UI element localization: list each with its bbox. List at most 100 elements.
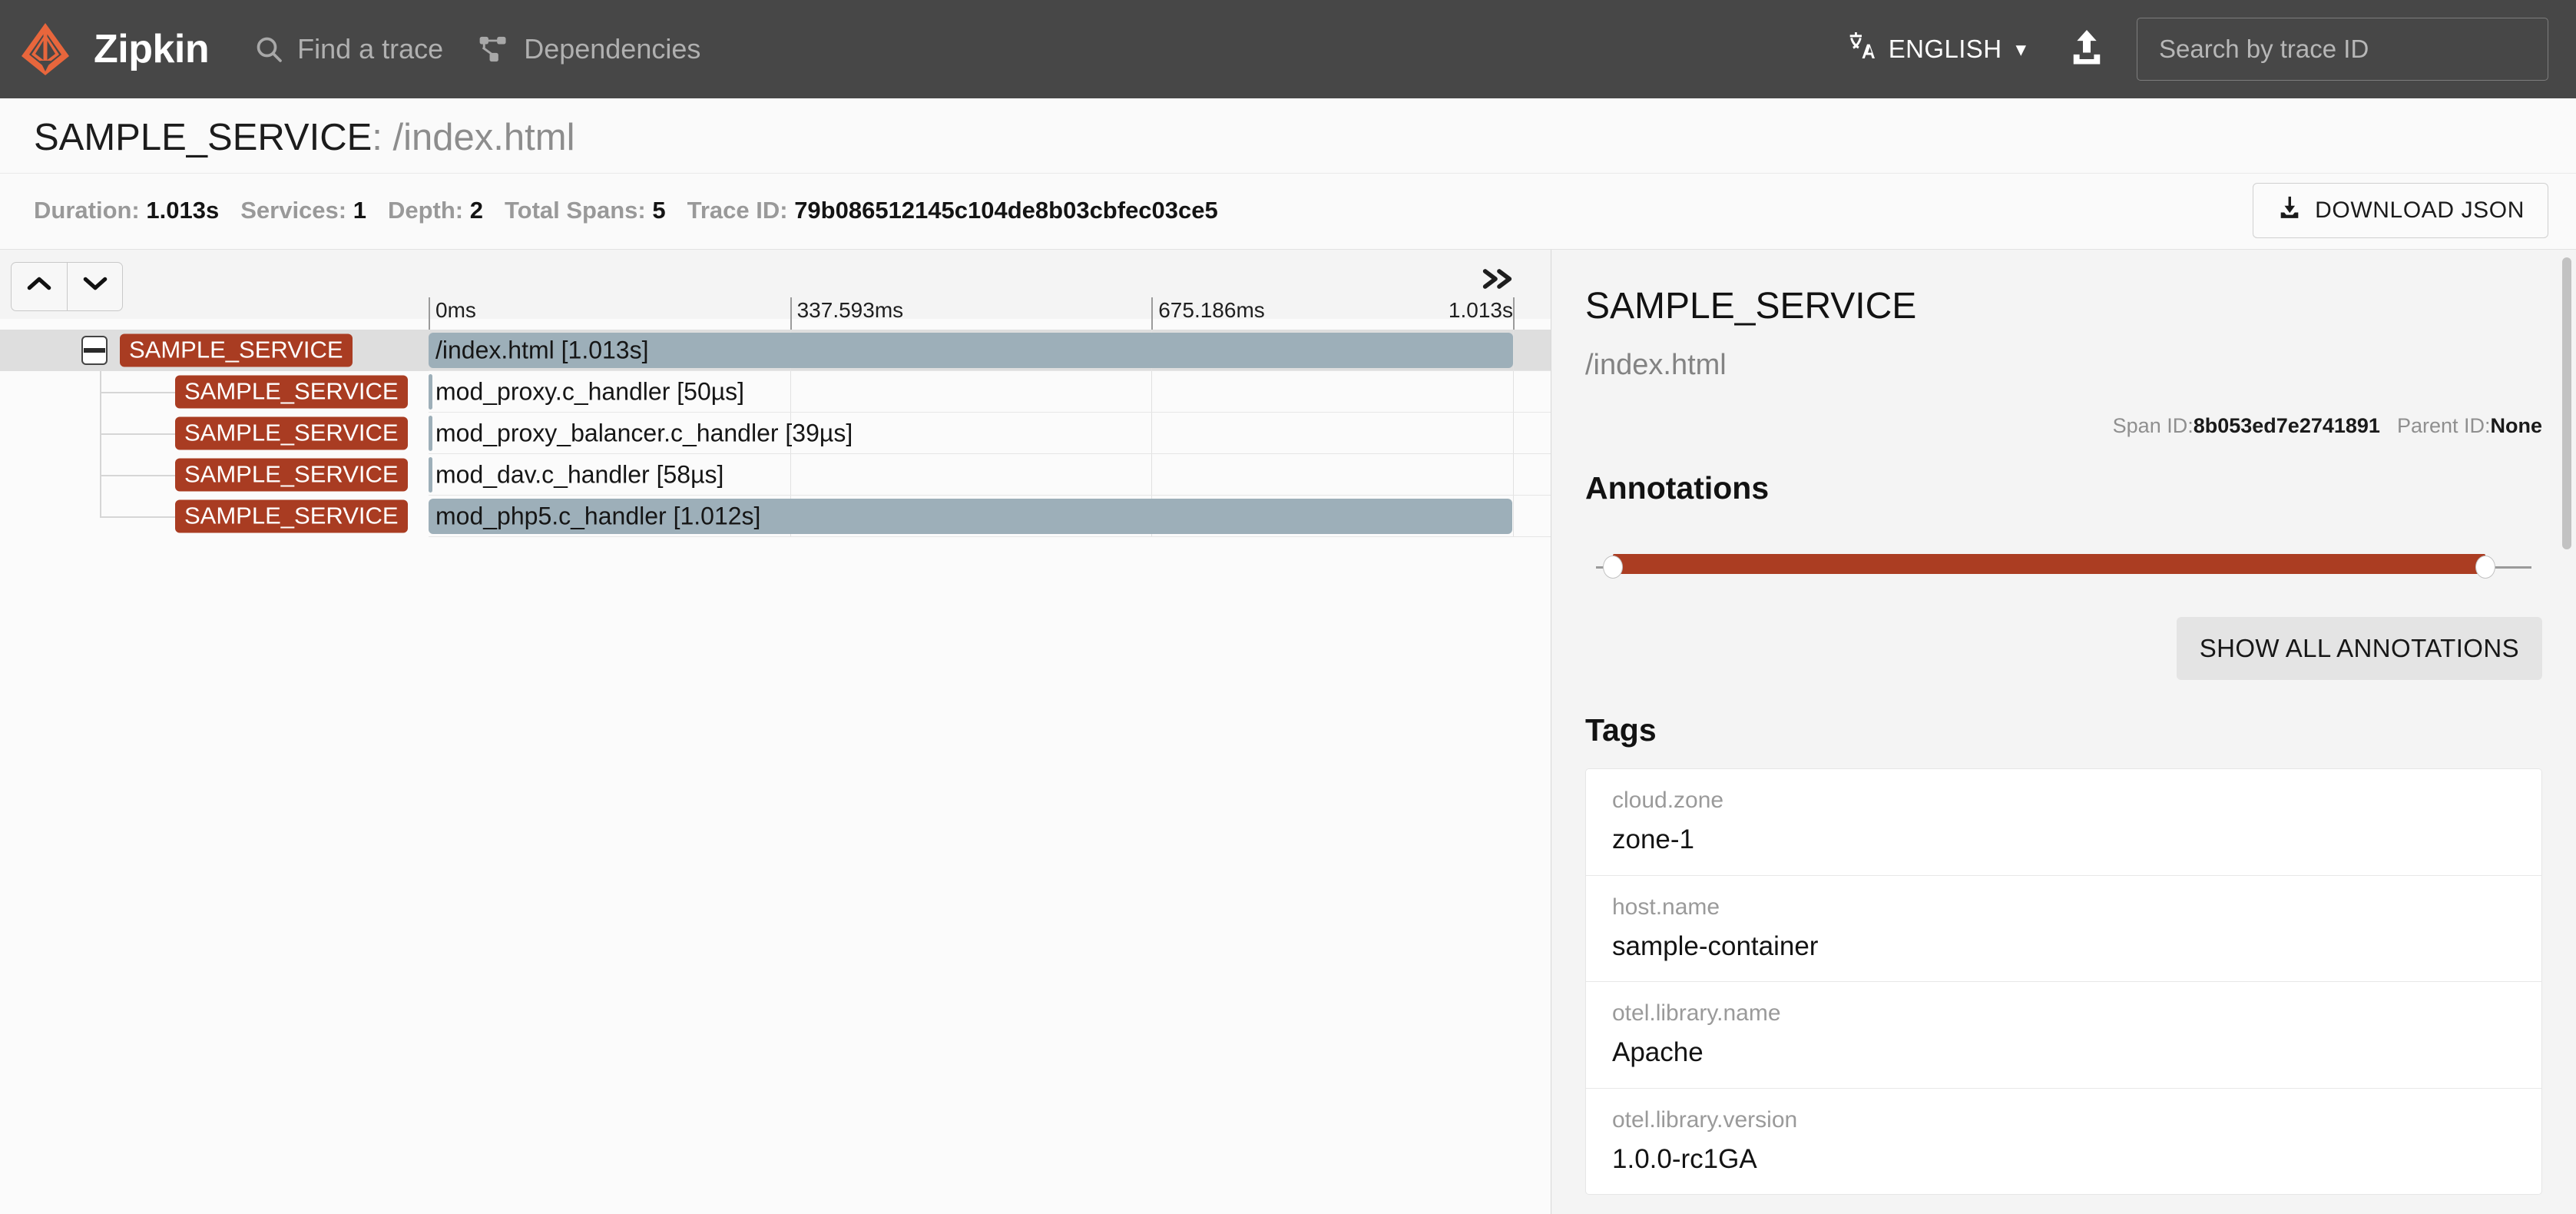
language-label: ENGLISH (1889, 35, 2002, 64)
language-selector[interactable]: ENGLISH ▾ (1847, 31, 2034, 68)
span-duration-bar[interactable] (429, 333, 1513, 368)
nav-link-dependencies-label: Dependencies (524, 33, 700, 65)
span-id-value: 8b053ed7e2741891 (2194, 414, 2380, 437)
trace-title-service: SAMPLE_SERVICE (34, 117, 372, 158)
meta-services-key: Services: (240, 197, 346, 224)
span-label: mod_dav.c_handler [58µs] (429, 461, 723, 489)
meta-total-spans: Total Spans: 5 (505, 197, 666, 224)
parent-id-value: None (2491, 414, 2543, 437)
span-collapse-toggle-icon[interactable] (81, 336, 108, 365)
tree-branch-line (100, 392, 184, 393)
nav-links: Find a trace Dependencies (253, 33, 700, 65)
service-name-badge[interactable]: SAMPLE_SERVICE (175, 376, 408, 409)
annotations-heading: Annotations (1585, 438, 2542, 506)
service-name-badge[interactable]: SAMPLE_SERVICE (175, 459, 408, 492)
tag-row: cloud.zonezone-1 (1586, 769, 2541, 875)
span-id-line: Span ID:8b053ed7e2741891Parent ID:None (1585, 382, 2542, 438)
service-name-badge[interactable]: SAMPLE_SERVICE (175, 417, 408, 450)
span-label: mod_proxy_balancer.c_handler [39µs] (429, 420, 853, 448)
span-bar-cell: /index.html [1.013s] (429, 330, 1551, 371)
show-all-annotations-button[interactable]: SHOW ALL ANNOTATIONS (2177, 617, 2542, 680)
translate-icon (1847, 31, 1878, 68)
tag-key: otel.library.name (1612, 1000, 2515, 1026)
span-tree-cell: SAMPLE_SERVICE (0, 454, 429, 496)
chevron-up-icon (26, 274, 52, 300)
meta-services-value: 1 (353, 197, 366, 224)
expand-all-button[interactable] (1480, 264, 1518, 300)
nav-link-dependencies[interactable]: Dependencies (478, 33, 700, 65)
timeline-tick-1: 337.593ms (790, 297, 904, 330)
tree-vertical-line (100, 496, 101, 516)
download-json-label: DOWNLOAD JSON (2315, 197, 2525, 224)
meta-duration-key: Duration: (34, 197, 140, 224)
upload-button[interactable] (2069, 28, 2104, 71)
span-id-key: Span ID: (2113, 414, 2194, 437)
span-duration-bar[interactable] (429, 374, 432, 410)
tag-key: host.name (1612, 894, 2515, 920)
timeline-gridline (1151, 454, 1152, 496)
download-icon (2276, 194, 2303, 227)
span-tree-cell: SAMPLE_SERVICE (0, 330, 429, 371)
show-all-annotations-row: SHOW ALL ANNOTATIONS (1585, 580, 2542, 680)
meta-services: Services: 1 (240, 197, 366, 224)
annotation-slider-end-knob[interactable] (2475, 556, 2495, 579)
brand-block[interactable]: Zipkin (17, 21, 209, 78)
timeline-gridline (1513, 413, 1514, 454)
span-row[interactable]: SAMPLE_SERVICE/index.html [1.013s] (0, 330, 1551, 371)
trace-title-path: /index.html (393, 117, 575, 158)
page-title: SAMPLE_SERVICE: /index.html (0, 98, 2576, 173)
trace-header: SAMPLE_SERVICE: /index.html Duration: 1.… (0, 98, 2576, 250)
tree-branch-line (100, 433, 184, 435)
brand-name: Zipkin (94, 29, 209, 69)
tree-branch-line (100, 516, 184, 518)
tag-value: sample-container (1612, 920, 2515, 962)
detail-span-name: /index.html (1585, 327, 2542, 382)
span-row[interactable]: SAMPLE_SERVICE mod_proxy.c_handler [50µs] (0, 371, 1551, 413)
detail-pane-scrollbar[interactable] (2562, 257, 2571, 549)
search-by-trace-id-input[interactable] (2137, 18, 2548, 81)
span-row[interactable]: SAMPLE_SERVICE mod_dav.c_handler [58µs] (0, 454, 1551, 496)
annotation-timeline-slider[interactable] (1596, 554, 2531, 580)
dependency-graph-icon (478, 34, 511, 65)
tag-row: host.namesample-container (1586, 875, 2541, 982)
timeline-gridline (1513, 454, 1514, 496)
timeline-gridline (790, 413, 791, 454)
span-label: mod_proxy.c_handler [50µs] (429, 378, 744, 406)
tree-branch-line (100, 475, 184, 476)
upload-icon (2069, 28, 2104, 71)
span-row[interactable]: SAMPLE_SERVICE mod_proxy_balancer.c_handl… (0, 413, 1551, 454)
timeline-gridline (1513, 330, 1514, 371)
span-duration-bar[interactable] (429, 499, 1512, 534)
service-name-badge[interactable]: SAMPLE_SERVICE (120, 334, 353, 367)
trace-timeline-pane: 0ms337.593ms675.186ms1.013s SAMPLE_SERVI… (0, 250, 1551, 1214)
download-json-button[interactable]: DOWNLOAD JSON (2253, 183, 2548, 238)
span-tree-cell: SAMPLE_SERVICE (0, 496, 429, 537)
meta-duration: Duration: 1.013s (34, 197, 219, 224)
span-duration-bar[interactable] (429, 416, 432, 451)
span-row[interactable]: SAMPLE_SERVICEmod_php5.c_handler [1.012s… (0, 496, 1551, 537)
meta-trace-id-value: 79b086512145c104de8b03cbfec03ce5 (794, 197, 1218, 224)
tag-value: Apache (1612, 1026, 2515, 1068)
span-detail-pane: SAMPLE_SERVICE /index.html Span ID:8b053… (1551, 250, 2576, 1214)
span-row-divider (429, 536, 1551, 537)
search-icon (253, 34, 284, 65)
meta-trace-id: Trace ID: 79b086512145c104de8b03cbfec03c… (687, 197, 1218, 224)
timeline-gridline (790, 454, 791, 496)
span-duration-bar[interactable] (429, 457, 432, 493)
zipkin-logo-icon (17, 21, 74, 78)
tag-row: otel.library.version1.0.0-rc1GA (1586, 1088, 2541, 1195)
span-tree-cell: SAMPLE_SERVICE (0, 413, 429, 454)
main-content: 0ms337.593ms675.186ms1.013s SAMPLE_SERVI… (0, 250, 2576, 1214)
annotation-slider-start-knob[interactable] (1603, 556, 1623, 579)
nav-link-find-a-trace[interactable]: Find a trace (253, 33, 443, 65)
tag-value: zone-1 (1612, 813, 2515, 855)
tag-value: 1.0.0-rc1GA (1612, 1133, 2515, 1175)
timeline-tick-2: 675.186ms (1151, 297, 1265, 330)
timeline-gridline (1513, 496, 1514, 537)
top-navigation-bar: Zipkin Find a trace (0, 0, 2576, 98)
span-tree-cell: SAMPLE_SERVICE (0, 371, 429, 413)
timeline-tick-line-3 (1513, 297, 1520, 330)
timeline-gridline (1513, 371, 1514, 413)
service-name-badge[interactable]: SAMPLE_SERVICE (175, 500, 408, 533)
timeline-tick-3: 1.013s (1449, 297, 1513, 330)
